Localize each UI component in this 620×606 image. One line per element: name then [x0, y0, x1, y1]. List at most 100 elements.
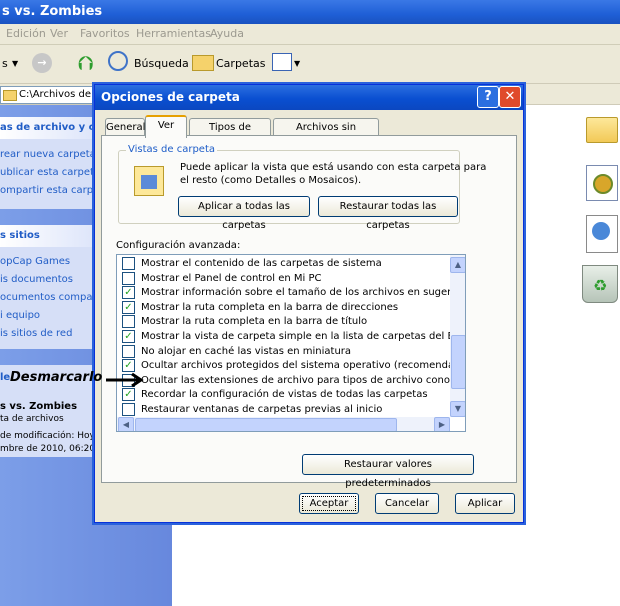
cancel-button[interactable]: Cancelar — [375, 493, 439, 514]
vertical-scroll-thumb[interactable] — [451, 335, 465, 389]
setting-label: No alojar en caché las vistas en miniatu… — [141, 345, 352, 357]
setting-label: Mostrar el Panel de control en Mi PC — [141, 272, 322, 284]
views-description-2: el resto (como Detalles o Mosaicos). — [180, 175, 362, 186]
setting-row[interactable]: ✓ Mostrar la ruta completa en la barra de… — [122, 300, 399, 314]
folders-button[interactable]: Carpetas — [216, 57, 265, 70]
setting-label: Mostrar información sobre el tamaño de l… — [141, 287, 466, 299]
search-button[interactable]: Búsqueda — [134, 57, 189, 70]
search-icon[interactable] — [108, 51, 128, 71]
setting-label: Mostrar el contenido de las carpetas de … — [141, 258, 382, 269]
setting-checkbox[interactable] — [122, 344, 135, 358]
setting-row[interactable]: ✓ Mostrar la vista de carpeta simple en l… — [122, 330, 466, 343]
setting-row[interactable]: Restaurar ventanas de carpetas previas a… — [122, 403, 383, 416]
setting-checkbox[interactable]: ✓ — [122, 300, 135, 314]
tab-ver[interactable]: Ver — [145, 115, 187, 138]
annotation-text: Desmarcarlo — [10, 370, 103, 385]
setting-row[interactable]: Mostrar el contenido de las carpetas de … — [122, 257, 382, 270]
explorer-titlebar: s vs. Zombies — [0, 0, 620, 24]
setting-row[interactable]: ✓ Ocultar archivos protegidos del sistema… — [122, 359, 466, 373]
back-dropdown-icon[interactable]: ▼ — [12, 59, 18, 68]
scroll-left-icon[interactable]: ◀ — [118, 417, 134, 431]
task-new-folder[interactable]: rear nueva carpeta — [0, 149, 96, 160]
tab-archivos-sin-conexion[interactable]: Archivos sin conexión — [273, 118, 379, 150]
menu-item-ayuda[interactable]: Ayuda — [210, 27, 244, 40]
recycle-bin-icon[interactable]: ♻ — [582, 265, 618, 303]
folder-icon[interactable] — [586, 117, 618, 143]
place-my-network[interactable]: is sitios de red — [0, 328, 72, 339]
place-my-documents[interactable]: is documentos — [0, 274, 73, 285]
dialog-title: Opciones de carpeta — [101, 90, 240, 104]
setting-label: Ocultar las extensiones de archivo para … — [141, 374, 466, 386]
other-places-title: s sitios — [0, 230, 40, 241]
setting-row[interactable]: Mostrar el Panel de control en Mi PC — [122, 271, 322, 285]
scroll-down-icon[interactable]: ▼ — [450, 401, 465, 417]
tab-tipos-de-archivo[interactable]: Tipos de archivo — [189, 118, 271, 150]
setting-checkbox[interactable] — [122, 403, 135, 416]
annotation-arrow-icon — [106, 372, 144, 388]
file-tasks-title: as de archivo y car — [0, 122, 107, 133]
setting-label: Mostrar la vista de carpeta simple en la… — [141, 331, 466, 342]
apply-button[interactable]: Aplicar — [455, 493, 515, 514]
setting-checkbox[interactable] — [122, 315, 135, 329]
reset-all-folders-button[interactable]: Restaurar todas las carpetas — [318, 196, 458, 231]
forward-icon[interactable]: → — [32, 53, 52, 73]
views-description-1: Puede aplicar la vista que está usando c… — [180, 162, 487, 173]
folder-options-dialog: Opciones de carpeta ? ✕ General Ver Tipo… — [94, 84, 524, 523]
views-group-title: Vistas de carpeta — [126, 144, 218, 155]
views-dropdown-icon[interactable]: ▼ — [294, 59, 300, 68]
setting-row[interactable]: No alojar en caché las vistas en miniatu… — [122, 344, 352, 358]
setting-label: Mostrar la ruta completa en la barra de … — [141, 301, 399, 313]
setting-row[interactable]: Ocultar las extensiones de archivo para … — [122, 373, 466, 387]
apply-all-folders-button[interactable]: Aplicar a todas las carpetas — [178, 196, 310, 231]
advanced-settings-list: Mostrar el contenido de las carpetas de … — [116, 254, 466, 432]
menu-item-ver[interactable]: Ver — [50, 27, 68, 40]
setting-checkbox[interactable]: ✓ — [122, 359, 135, 373]
setup-file-icon[interactable] — [586, 165, 618, 201]
back-label[interactable]: s — [2, 57, 8, 70]
tab-general[interactable]: General — [105, 118, 145, 136]
address-field[interactable]: C:\Archivos de pr — [0, 86, 102, 104]
folders-icon[interactable] — [192, 55, 214, 71]
setting-row[interactable]: Mostrar la ruta completa en la barra de … — [122, 315, 368, 329]
details-header-fragment: le — [0, 372, 11, 383]
details-modified-label: de modificación: Hoy — [0, 431, 95, 441]
setting-label: Mostrar la ruta completa en la barra de … — [141, 316, 368, 328]
html-file-icon[interactable] — [586, 215, 618, 253]
scroll-up-icon[interactable]: ▲ — [450, 257, 465, 273]
up-folder-icon[interactable]: ⮉ — [78, 51, 93, 75]
restore-defaults-button[interactable]: Restaurar valores predeterminados — [302, 454, 474, 489]
menu-item-edicion[interactable]: Edición — [6, 27, 46, 40]
folder-views-icon — [134, 166, 164, 196]
setting-label: Recordar la configuración de vistas de t… — [141, 389, 428, 401]
address-folder-icon — [3, 90, 17, 101]
window-title: s vs. Zombies — [2, 4, 103, 19]
advanced-settings-label: Configuración avanzada: — [116, 240, 241, 251]
dialog-titlebar[interactable]: Opciones de carpeta ? ✕ — [95, 85, 523, 110]
setting-row[interactable]: ✓ Recordar la configuración de vistas de … — [122, 388, 428, 402]
setting-checkbox[interactable]: ✓ — [122, 286, 135, 300]
setting-checkbox[interactable] — [122, 257, 135, 270]
place-my-computer[interactable]: i equipo — [0, 310, 40, 321]
place-popcap-games[interactable]: opCap Games — [0, 256, 70, 267]
setting-label: Ocultar archivos protegidos del sistema … — [141, 360, 466, 372]
setting-checkbox[interactable]: ✓ — [122, 330, 135, 343]
task-share-folder[interactable]: ompartir esta carpeta — [0, 185, 109, 196]
scroll-right-icon[interactable]: ▶ — [434, 417, 450, 431]
setting-checkbox[interactable]: ✓ — [122, 388, 135, 402]
horizontal-scroll-thumb[interactable] — [135, 418, 397, 431]
ok-button[interactable]: Aceptar — [299, 493, 359, 514]
toolbar: s ▼ → ⮉ Búsqueda Carpetas ▼ — [0, 45, 620, 84]
views-icon[interactable] — [272, 53, 292, 71]
menu-item-favoritos[interactable]: Favoritos — [80, 27, 130, 40]
setting-row[interactable]: ✓ Mostrar información sobre el tamaño de … — [122, 286, 466, 300]
close-button[interactable]: ✕ — [499, 86, 521, 108]
setting-checkbox[interactable] — [122, 271, 135, 285]
tab-panel-ver: Vistas de carpeta Puede aplicar la vista… — [101, 135, 517, 489]
menu-item-herramientas[interactable]: Herramientas — [136, 27, 211, 40]
place-shared-documents[interactable]: ocumentos comparti — [0, 292, 103, 303]
setting-label: Restaurar ventanas de carpetas previas a… — [141, 404, 383, 415]
details-type: ta de archivos — [0, 414, 64, 424]
menu-bar: Edición Ver Favoritos Herramientas Ayuda — [0, 24, 620, 45]
task-publish-folder[interactable]: ublicar esta carpeta e — [0, 167, 109, 178]
help-button[interactable]: ? — [477, 86, 499, 108]
